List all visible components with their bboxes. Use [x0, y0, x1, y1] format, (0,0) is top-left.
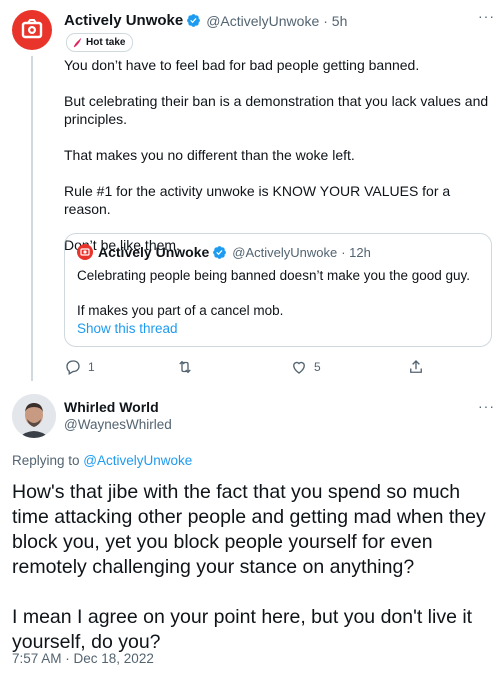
- verified-icon: [213, 245, 227, 259]
- tweet-time[interactable]: · 5h: [323, 13, 347, 29]
- replying-to-label: Replying to: [12, 453, 84, 468]
- retweet-icon: [179, 360, 191, 374]
- more-icon[interactable]: ···: [478, 398, 495, 414]
- reply-button[interactable]: 1: [64, 358, 95, 376]
- logo-icon: [80, 248, 90, 256]
- like-button[interactable]: 5: [290, 358, 321, 376]
- avatar[interactable]: [12, 10, 52, 50]
- hot-take-label: Hot take: [86, 37, 126, 48]
- reply-count: 1: [88, 360, 95, 374]
- more-icon[interactable]: ···: [478, 8, 495, 24]
- tweet-header: Actively Unwoke @ActivelyUnwoke · 5h: [64, 12, 347, 29]
- retweet-button[interactable]: [176, 358, 200, 376]
- quote-text-line2: If makes you part of a cancel mob.: [77, 303, 284, 318]
- author-name[interactable]: Actively Unwoke: [64, 12, 183, 29]
- quoted-tweet[interactable]: Actively Unwoke @ActivelyUnwoke · 12h Ce…: [64, 233, 492, 347]
- verified-icon: [187, 14, 201, 27]
- thread-line: [31, 56, 33, 381]
- quote-author-handle: @ActivelyUnwoke: [232, 244, 338, 260]
- like-count: 5: [314, 360, 321, 374]
- show-thread-link[interactable]: Show this thread: [77, 321, 178, 336]
- replying-to: Replying to @ActivelyUnwoke: [12, 453, 192, 468]
- quote-text-line1: Celebrating people being banned doesn’t …: [77, 268, 471, 283]
- reply-author-handle[interactable]: @WaynesWhirled: [64, 417, 172, 432]
- logo-icon: [21, 19, 43, 39]
- replying-to-link[interactable]: @ActivelyUnwoke: [83, 453, 192, 468]
- quote-header: Actively Unwoke @ActivelyUnwoke · 12h: [77, 244, 371, 260]
- person-avatar-icon: [12, 394, 56, 438]
- reply-timestamp[interactable]: 7:57 AM · Dec 18, 2022: [12, 651, 154, 666]
- like-icon: [293, 361, 305, 374]
- reply-text: How's that jibe with the fact that you s…: [12, 481, 486, 653]
- quote-time: · 12h: [341, 244, 371, 260]
- avatar[interactable]: [12, 394, 56, 438]
- share-button[interactable]: [407, 358, 425, 376]
- reply-author-name[interactable]: Whirled World: [64, 399, 159, 415]
- quote-author-name: Actively Unwoke: [98, 244, 210, 260]
- tweet-text: You don’t have to feel bad for bad peopl…: [64, 57, 489, 253]
- flame-icon: [73, 37, 82, 48]
- quote-avatar: [77, 244, 93, 260]
- share-icon: [410, 360, 422, 373]
- reply-icon: [66, 360, 80, 375]
- hot-take-badge[interactable]: Hot take: [66, 33, 134, 52]
- author-handle[interactable]: @ActivelyUnwoke: [206, 13, 319, 29]
